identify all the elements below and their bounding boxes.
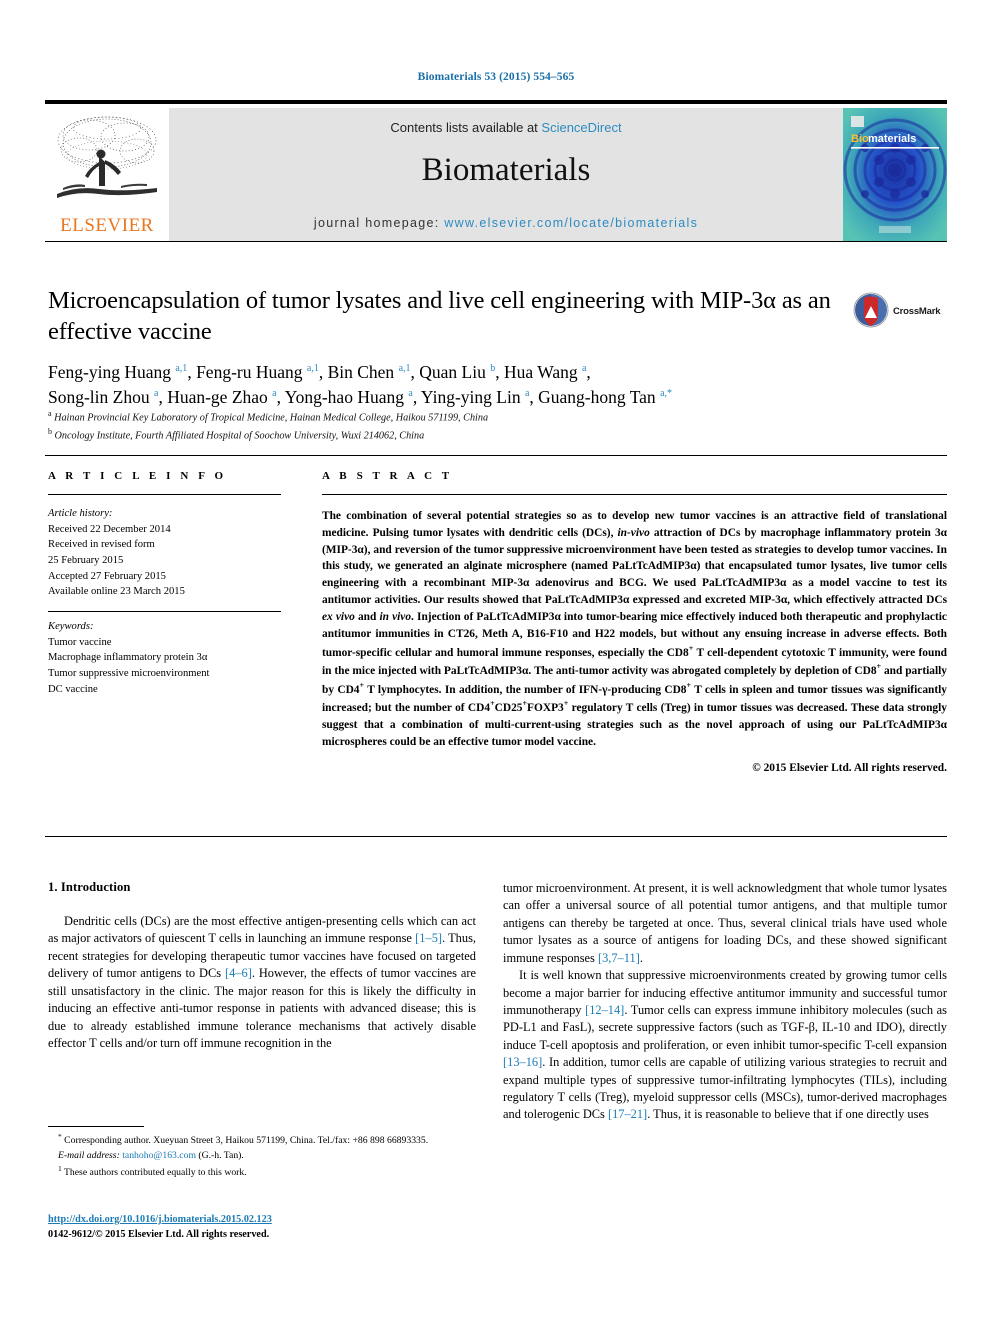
- author-line-2: Song-lin Zhou a, Huan-ge Zhao a, Yong-ha…: [48, 387, 673, 408]
- elsevier-tree-icon: [57, 116, 157, 198]
- crossmark-badge[interactable]: CrossMark: [853, 292, 947, 338]
- page-title: Microencapsulation of tumor lysates and …: [48, 287, 831, 346]
- section-divider-top: [45, 455, 947, 456]
- elsevier-logo: ELSEVIER: [45, 108, 169, 241]
- issn-copyright-line: 0142-9612/© 2015 Elsevier Ltd. All right…: [48, 1229, 270, 1241]
- article-info-heading: A R T I C L E I N F O: [48, 470, 227, 482]
- intro-paragraph-left: Dendritic cells (DCs) are the most effec…: [48, 914, 476, 1050]
- footnote-block: * Corresponding author. Xueyuan Street 3…: [48, 1131, 476, 1181]
- contents-lists-line: Contents lists available at ScienceDirec…: [169, 120, 843, 135]
- abstract-text: The combination of several potential str…: [322, 510, 948, 748]
- affiliation-text-b: Oncology Institute, Fourth Affiliated Ho…: [54, 430, 425, 442]
- homepage-url-link[interactable]: www.elsevier.com/locate/biomaterials: [444, 216, 698, 230]
- abstract-copyright: © 2015 Elsevier Ltd. All rights reserved…: [752, 761, 947, 774]
- running-head-citation: Biomaterials 53 (2015) 554–565: [417, 71, 575, 83]
- doi-link[interactable]: http://dx.doi.org/10.1016/j.biomaterials…: [48, 1212, 476, 1227]
- journal-masthead: ELSEVIER Contents lists available at Sci…: [45, 100, 947, 242]
- article-info-block: Article history: Received 22 December 20…: [48, 506, 284, 697]
- keywords-divider: [48, 611, 281, 613]
- author-line-1: Feng-ying Huang a,1, Feng-ru Huang a,1, …: [48, 362, 591, 382]
- doi-block: http://dx.doi.org/10.1016/j.biomaterials…: [48, 1212, 476, 1243]
- keyword-item: Macrophage inflammatory protein 3α: [48, 652, 208, 664]
- journal-cover-image: Bio materials: [843, 108, 947, 241]
- masthead-center: Contents lists available at ScienceDirec…: [169, 108, 843, 241]
- intro-paragraph-right-1: tumor microenvironment. At present, it i…: [503, 881, 947, 965]
- footnote-corresponding-text: Corresponding author. Xueyuan Street 3, …: [64, 1135, 429, 1147]
- article-history-revised-label: Received in revised form: [48, 539, 155, 551]
- affiliation-a: a Hainan Provincial Key Laboratory of Tr…: [48, 408, 928, 426]
- footnote-equal-text: These authors contributed equally to thi…: [64, 1167, 247, 1179]
- footnote-marker-1: 1: [58, 1164, 62, 1174]
- keyword-item: Tumor suppressive microenvironment: [48, 668, 210, 680]
- affiliation-marker-b: b: [48, 427, 52, 437]
- article-info-rule: [48, 494, 281, 495]
- email-suffix: (G.-h. Tan).: [198, 1149, 244, 1161]
- email-link[interactable]: tanhoho@163.com: [122, 1150, 196, 1161]
- article-history-label: Article history:: [48, 508, 113, 519]
- abstract-heading: A B S T R A C T: [322, 470, 453, 482]
- footnote-email: E-mail address: tanhoho@163.com (G.-h. T…: [48, 1149, 476, 1164]
- section-divider-bottom: [45, 836, 947, 837]
- keyword-item: Tumor vaccine: [48, 636, 112, 648]
- contents-lists-prefix: Contents lists available at: [390, 120, 542, 135]
- affiliation-list: a Hainan Provincial Key Laboratory of Tr…: [48, 408, 928, 444]
- author-list: Feng-ying Huang a,1, Feng-ru Huang a,1, …: [48, 360, 928, 411]
- journal-cover-thumbnail: Bio materials: [843, 108, 947, 241]
- abstract-block: The combination of several potential str…: [322, 508, 947, 776]
- title-block: Microencapsulation of tumor lysates and …: [48, 285, 838, 348]
- body-column-right: tumor microenvironment. At present, it i…: [503, 880, 947, 1124]
- cover-wordmark-materials: materials: [868, 133, 916, 145]
- footnote-divider: [48, 1126, 144, 1127]
- footnote-equal-contribution: 1 These authors contributed equally to t…: [48, 1163, 476, 1181]
- introduction-heading: 1. Introduction: [48, 880, 131, 894]
- crossmark-label: CrossMark: [893, 306, 941, 317]
- affiliation-b: b Oncology Institute, Fourth Affiliated …: [48, 426, 928, 444]
- keyword-item: DC vaccine: [48, 683, 98, 695]
- crossmark-icon: [853, 292, 889, 328]
- journal-title: Biomaterials: [421, 152, 591, 188]
- journal-homepage-line: journal homepage: www.elsevier.com/locat…: [169, 216, 843, 230]
- article-history-received: Received 22 December 2014: [48, 523, 171, 535]
- article-history-online: Available online 23 March 2015: [48, 586, 185, 598]
- keywords-label: Keywords:: [48, 621, 94, 633]
- body-column-left: 1. Introduction Dendritic cells (DCs) ar…: [48, 880, 476, 1052]
- homepage-label: journal homepage:: [313, 216, 445, 230]
- email-label: E-mail address:: [58, 1149, 120, 1161]
- footnote-corresponding-author: * Corresponding author. Xueyuan Street 3…: [48, 1131, 476, 1149]
- elsevier-wordmark: ELSEVIER: [60, 215, 154, 236]
- sciencedirect-link[interactable]: ScienceDirect: [541, 120, 621, 135]
- article-page: Biomaterials 53 (2015) 554–565 ELSEVIER …: [0, 0, 992, 1323]
- asterisk-icon: *: [58, 1132, 62, 1141]
- affiliation-text-a: Hainan Provincial Key Laboratory of Trop…: [54, 412, 489, 424]
- cover-wordmark-bio: Bio: [851, 133, 869, 145]
- affiliation-marker-a: a: [48, 409, 52, 418]
- intro-paragraph-right-2: It is well known that suppressive microe…: [503, 968, 947, 1122]
- abstract-rule: [322, 494, 947, 495]
- article-history-accepted: Accepted 27 February 2015: [48, 570, 166, 582]
- article-history-revised-date: 25 February 2015: [48, 555, 124, 567]
